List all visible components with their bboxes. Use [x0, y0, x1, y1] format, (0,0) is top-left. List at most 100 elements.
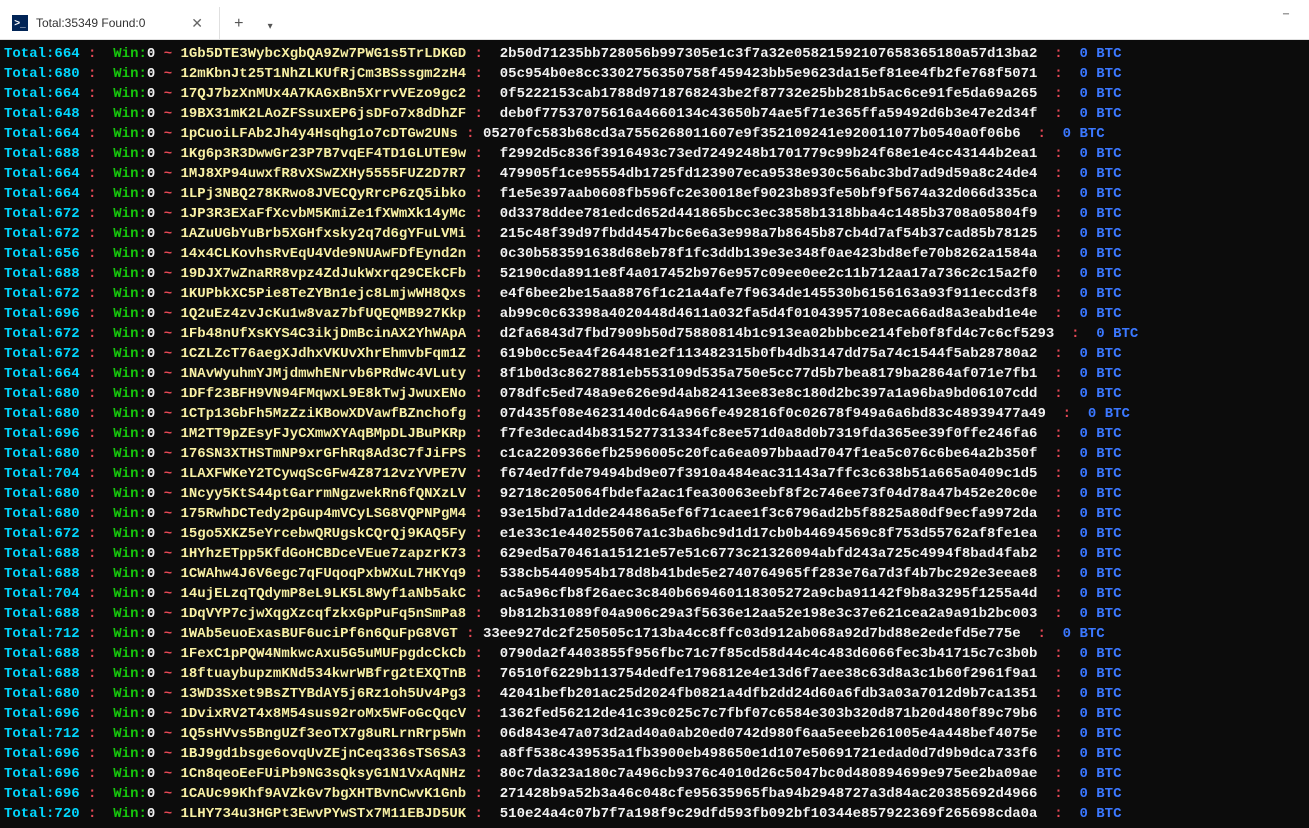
btc-label: BTC	[1096, 104, 1121, 124]
btc-label: BTC	[1096, 464, 1121, 484]
output-line: Total:664 : Win:0 ~ 1MJ8XP94uwxfR8vXSwZX…	[4, 164, 1309, 184]
win-label: Win:	[105, 804, 147, 824]
separator	[155, 464, 163, 484]
separator: :	[80, 344, 105, 364]
btc-address: 1FexC1pPQW4NmkwcAxu5G5uMUFpgdcCkCb	[181, 644, 467, 664]
total-value: 664	[54, 44, 79, 64]
total-value: 696	[54, 424, 79, 444]
win-value: 0	[147, 344, 155, 364]
balance-value: 0	[1071, 144, 1096, 164]
output-line: Total:672 : Win:0 ~ 1CZLZcT76aegXJdhxVKU…	[4, 344, 1309, 364]
btc-label: BTC	[1096, 304, 1121, 324]
win-value: 0	[147, 404, 155, 424]
separator	[155, 644, 163, 664]
private-key: 1362fed56212de41c39c025c7c7fbf07c6584e30…	[500, 704, 1038, 724]
separator: :	[1037, 584, 1071, 604]
balance-value: 0	[1071, 484, 1096, 504]
tilde-icon: ~	[164, 644, 181, 664]
separator: :	[80, 244, 105, 264]
btc-label: BTC	[1096, 444, 1121, 464]
btc-address: 1Q2uEz4zvJcKu1w8vaz7bfUQEQMB927Kkp	[181, 304, 467, 324]
separator: :	[458, 124, 483, 144]
output-line: Total:704 : Win:0 ~ 14ujELzqTQdymP8eL9LK…	[4, 584, 1309, 604]
private-key: 06d843e47a073d2ad40a0ab20ed0742d980f6aa5…	[500, 724, 1038, 744]
total-label: Total:	[4, 184, 54, 204]
win-value: 0	[147, 104, 155, 124]
total-value: 680	[54, 484, 79, 504]
total-label: Total:	[4, 444, 54, 464]
btc-address: 1Ncyy5KtS44ptGarrmNgzwekRn6fQNXzLV	[181, 484, 467, 504]
separator	[155, 104, 163, 124]
separator: :	[1037, 84, 1071, 104]
tab-dropdown-button[interactable]: ▾	[258, 15, 283, 39]
balance-value: 0	[1071, 504, 1096, 524]
tab-title: Total:35349 Found:0	[36, 16, 145, 30]
btc-address: 1Fb48nUfXsKYS4C3ikjDmBcinAX2YhWApA	[181, 324, 467, 344]
close-tab-icon[interactable]: ✕	[187, 15, 207, 32]
btc-address: 1Kg6p3R3DwwGr23P7B7vqEF4TD1GLUTE9w	[181, 144, 467, 164]
balance-value: 0	[1054, 624, 1079, 644]
total-value: 688	[54, 604, 79, 624]
separator: :	[466, 744, 500, 764]
separator	[155, 764, 163, 784]
total-value: 688	[54, 644, 79, 664]
minimize-button[interactable]: ─	[1263, 0, 1309, 30]
separator: :	[80, 204, 105, 224]
btc-label: BTC	[1096, 284, 1121, 304]
separator: :	[80, 44, 105, 64]
separator: :	[466, 204, 500, 224]
separator: :	[1054, 324, 1088, 344]
separator: :	[466, 464, 500, 484]
private-key: 52190cda8911e8f4a017452b976e957c09ee0ee2…	[500, 264, 1038, 284]
separator: :	[1037, 524, 1071, 544]
balance-value: 0	[1071, 304, 1096, 324]
btc-label: BTC	[1096, 684, 1121, 704]
total-label: Total:	[4, 544, 54, 564]
separator	[155, 624, 163, 644]
tilde-icon: ~	[164, 424, 181, 444]
total-value: 664	[54, 184, 79, 204]
output-line: Total:696 : Win:0 ~ 1DvixRV2T4x8M54sus92…	[4, 704, 1309, 724]
total-label: Total:	[4, 224, 54, 244]
balance-value: 0	[1071, 184, 1096, 204]
output-line: Total:680 : Win:0 ~ 1Ncyy5KtS44ptGarrmNg…	[4, 484, 1309, 504]
separator	[155, 364, 163, 384]
total-label: Total:	[4, 344, 54, 364]
separator: :	[80, 284, 105, 304]
btc-label: BTC	[1096, 144, 1121, 164]
separator	[155, 204, 163, 224]
balance-value: 0	[1071, 564, 1096, 584]
output-line: Total:704 : Win:0 ~ 1LAXFWKeY2TCywqScGFw…	[4, 464, 1309, 484]
btc-label: BTC	[1096, 804, 1121, 824]
separator: :	[466, 424, 500, 444]
balance-value: 0	[1071, 444, 1096, 464]
win-label: Win:	[105, 224, 147, 244]
tilde-icon: ~	[164, 584, 181, 604]
output-line: Total:664 : Win:0 ~ 1Gb5DTE3WybcXgbQA9Zw…	[4, 44, 1309, 64]
btc-label: BTC	[1096, 744, 1121, 764]
private-key: 05c954b0e8cc3302756350758f459423bb5e9623…	[500, 64, 1038, 84]
terminal-tab[interactable]: >_ Total:35349 Found:0 ✕	[0, 7, 220, 39]
private-key: 42041befb201ac25d2024fb0821a4dfb2dd24d60…	[500, 684, 1038, 704]
output-line: Total:648 : Win:0 ~ 19BX31mK2LAoZFSsuxEP…	[4, 104, 1309, 124]
new-tab-button[interactable]: +	[220, 9, 258, 39]
tilde-icon: ~	[164, 684, 181, 704]
total-value: 688	[54, 264, 79, 284]
separator: :	[80, 64, 105, 84]
win-label: Win:	[105, 284, 147, 304]
balance-value: 0	[1071, 644, 1096, 664]
tilde-icon: ~	[164, 324, 181, 344]
btc-address: 18ftuaybupzmKNd534kwrWBfrg2tEXQTnB	[181, 664, 467, 684]
output-line: Total:696 : Win:0 ~ 1Cn8qeoEeFUiPb9NG3sQ…	[4, 764, 1309, 784]
btc-label: BTC	[1096, 784, 1121, 804]
win-label: Win:	[105, 504, 147, 524]
btc-label: BTC	[1096, 564, 1121, 584]
separator: :	[1037, 444, 1071, 464]
total-value: 672	[54, 324, 79, 344]
btc-address: 1HYhzETpp5KfdGoHCBDceVEue7zapzrK73	[181, 544, 467, 564]
balance-value: 0	[1071, 224, 1096, 244]
separator: :	[466, 324, 500, 344]
separator	[155, 504, 163, 524]
separator	[155, 184, 163, 204]
private-key: 078dfc5ed748a9e626e9d4ab82413ee83e8c180d…	[500, 384, 1038, 404]
